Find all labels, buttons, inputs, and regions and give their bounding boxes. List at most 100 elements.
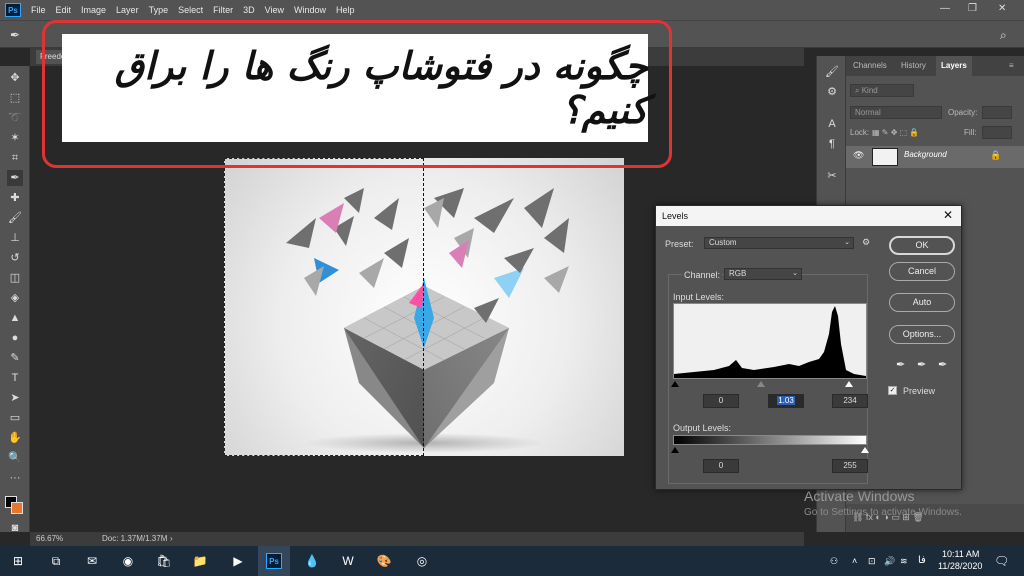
- notification-icon[interactable]: 🗨: [994, 554, 1009, 568]
- language-indicator[interactable]: فا: [918, 555, 926, 566]
- eyedropper-tool-icon[interactable]: ✒: [7, 170, 23, 186]
- tab-layers[interactable]: Layers: [936, 56, 972, 76]
- path-selection-tool-icon[interactable]: ➤: [7, 390, 23, 406]
- menu-select[interactable]: Select: [178, 5, 203, 15]
- menu-file[interactable]: File: [31, 5, 46, 15]
- auto-button[interactable]: Auto: [889, 293, 955, 312]
- paragraph-panel-icon[interactable]: ¶: [824, 136, 840, 152]
- move-tool-icon[interactable]: ✥: [7, 70, 23, 86]
- tab-history[interactable]: History: [896, 56, 931, 76]
- minimize-icon[interactable]: —: [940, 3, 950, 14]
- photoshop-logo-icon[interactable]: Ps: [5, 3, 21, 17]
- preview-checkbox[interactable]: ✓: [888, 386, 897, 395]
- menu-edit[interactable]: Edit: [56, 5, 72, 15]
- close-window-icon[interactable]: ✕: [998, 3, 1006, 14]
- menu-help[interactable]: Help: [336, 5, 355, 15]
- output-white-field[interactable]: 255: [832, 459, 868, 473]
- black-eyedropper-icon[interactable]: ✒: [896, 358, 905, 371]
- tab-channels[interactable]: Channels: [848, 56, 892, 76]
- brush-tool-icon[interactable]: 🖌: [7, 210, 23, 226]
- menu-filter[interactable]: Filter: [213, 5, 233, 15]
- task-view-icon[interactable]: ⧉: [48, 553, 64, 569]
- preset-options-gear-icon[interactable]: ⚙: [862, 237, 870, 248]
- store-icon[interactable]: 🛍: [156, 553, 172, 569]
- white-eyedropper-icon[interactable]: ✒: [938, 358, 947, 371]
- status-menu-chevron-icon[interactable]: ›: [170, 532, 173, 546]
- ok-button[interactable]: OK: [889, 236, 955, 255]
- quick-mask-icon[interactable]: ◙: [7, 520, 23, 536]
- chrome-icon[interactable]: ◎: [414, 553, 430, 569]
- preset-select[interactable]: Custom ⌄: [704, 237, 854, 249]
- tool-presets-icon[interactable]: ✂: [824, 168, 840, 184]
- file-explorer-icon[interactable]: 📁: [192, 553, 208, 569]
- output-black-slider[interactable]: [671, 447, 679, 453]
- menu-layer[interactable]: Layer: [116, 5, 139, 15]
- menu-image[interactable]: Image: [81, 5, 106, 15]
- gray-eyedropper-icon[interactable]: ✒: [917, 358, 926, 371]
- volume-icon[interactable]: 🔊: [884, 556, 895, 567]
- restore-icon[interactable]: ❐: [968, 3, 977, 14]
- brush-settings-icon[interactable]: 🖌: [824, 64, 840, 80]
- type-tool-icon[interactable]: T: [7, 370, 23, 386]
- opacity-field[interactable]: [982, 106, 1012, 119]
- clone-stamp-tool-icon[interactable]: ⊥: [7, 230, 23, 246]
- search-icon[interactable]: ⌕: [1000, 28, 1014, 42]
- layer-row-background[interactable]: 👁 Background 🔒: [846, 146, 1024, 168]
- doc-size-info[interactable]: Doc: 1.37M/1.37M: [102, 532, 167, 546]
- close-icon[interactable]: ✕: [943, 208, 953, 222]
- more-tools-icon[interactable]: ···: [7, 470, 23, 486]
- wifi-icon[interactable]: ≋: [900, 556, 908, 567]
- channel-select[interactable]: RGB ⌄: [724, 268, 802, 280]
- mail-icon[interactable]: ✉: [84, 553, 100, 569]
- photoshop-taskbar-icon[interactable]: Ps: [266, 553, 282, 569]
- zoom-tool-icon[interactable]: 🔍: [7, 450, 23, 466]
- people-icon[interactable]: ⚇: [830, 556, 838, 567]
- tray-chevron-up-icon[interactable]: ˄: [852, 556, 857, 566]
- dodge-tool-icon[interactable]: ●: [7, 330, 23, 346]
- zoom-level[interactable]: 66.67%: [36, 532, 63, 546]
- eyedropper-tool-icon[interactable]: ✒: [10, 28, 24, 42]
- edge-browser-icon[interactable]: ◉: [120, 553, 136, 569]
- panel-menu-icon[interactable]: ≡: [1004, 56, 1019, 76]
- input-black-slider[interactable]: [671, 381, 679, 387]
- input-black-field[interactable]: 0: [703, 394, 739, 408]
- menu-type[interactable]: Type: [149, 5, 169, 15]
- output-white-slider[interactable]: [861, 447, 869, 453]
- pen-tool-icon[interactable]: ✎: [7, 350, 23, 366]
- levels-titlebar[interactable]: Levels ✕: [656, 206, 961, 226]
- rectangle-tool-icon[interactable]: ▭: [7, 410, 23, 426]
- input-gamma-field[interactable]: 1.03: [768, 394, 804, 408]
- lasso-tool-icon[interactable]: ➰: [7, 110, 23, 126]
- ink-drop-app-icon[interactable]: 💧: [304, 553, 320, 569]
- kind-filter-select[interactable]: ⌕ Kind: [850, 84, 914, 97]
- blur-tool-icon[interactable]: ▲: [7, 310, 23, 326]
- crop-tool-icon[interactable]: ⌗: [7, 150, 23, 166]
- word-icon[interactable]: W: [340, 553, 356, 569]
- windows-start-icon[interactable]: ⊞: [10, 553, 26, 569]
- adjustments-icon[interactable]: ⚙: [824, 84, 840, 100]
- output-black-field[interactable]: 0: [703, 459, 739, 473]
- clock-time[interactable]: 10:11 AM: [942, 549, 979, 559]
- paint-bucket-tool-icon[interactable]: ◈: [7, 290, 23, 306]
- character-panel-icon[interactable]: A: [824, 116, 840, 132]
- clock-date[interactable]: 11/28/2020: [938, 561, 982, 571]
- input-white-slider[interactable]: [845, 381, 853, 387]
- options-button[interactable]: Options...: [889, 325, 955, 344]
- menu-window[interactable]: Window: [294, 5, 326, 15]
- magic-wand-tool-icon[interactable]: ✶: [7, 130, 23, 146]
- eye-icon[interactable]: 👁: [853, 150, 864, 161]
- fill-field[interactable]: [982, 126, 1012, 139]
- healing-brush-tool-icon[interactable]: ✚: [7, 190, 23, 206]
- lock-icons[interactable]: ▦ ✎ ✥ ⬚ 🔒: [872, 126, 919, 140]
- paint-app-icon[interactable]: 🎨: [376, 553, 392, 569]
- input-gamma-slider[interactable]: [757, 381, 765, 387]
- blend-mode-select[interactable]: Normal: [850, 106, 942, 119]
- hand-tool-icon[interactable]: ✋: [7, 430, 23, 446]
- media-player-icon[interactable]: ▶: [230, 553, 246, 569]
- history-brush-tool-icon[interactable]: ↺: [7, 250, 23, 266]
- marquee-tool-icon[interactable]: ⬚: [7, 90, 23, 106]
- background-color-swatch[interactable]: [11, 502, 23, 514]
- network-icon[interactable]: ⊡: [868, 556, 876, 567]
- menu-view[interactable]: View: [265, 5, 284, 15]
- eraser-tool-icon[interactable]: ◫: [7, 270, 23, 286]
